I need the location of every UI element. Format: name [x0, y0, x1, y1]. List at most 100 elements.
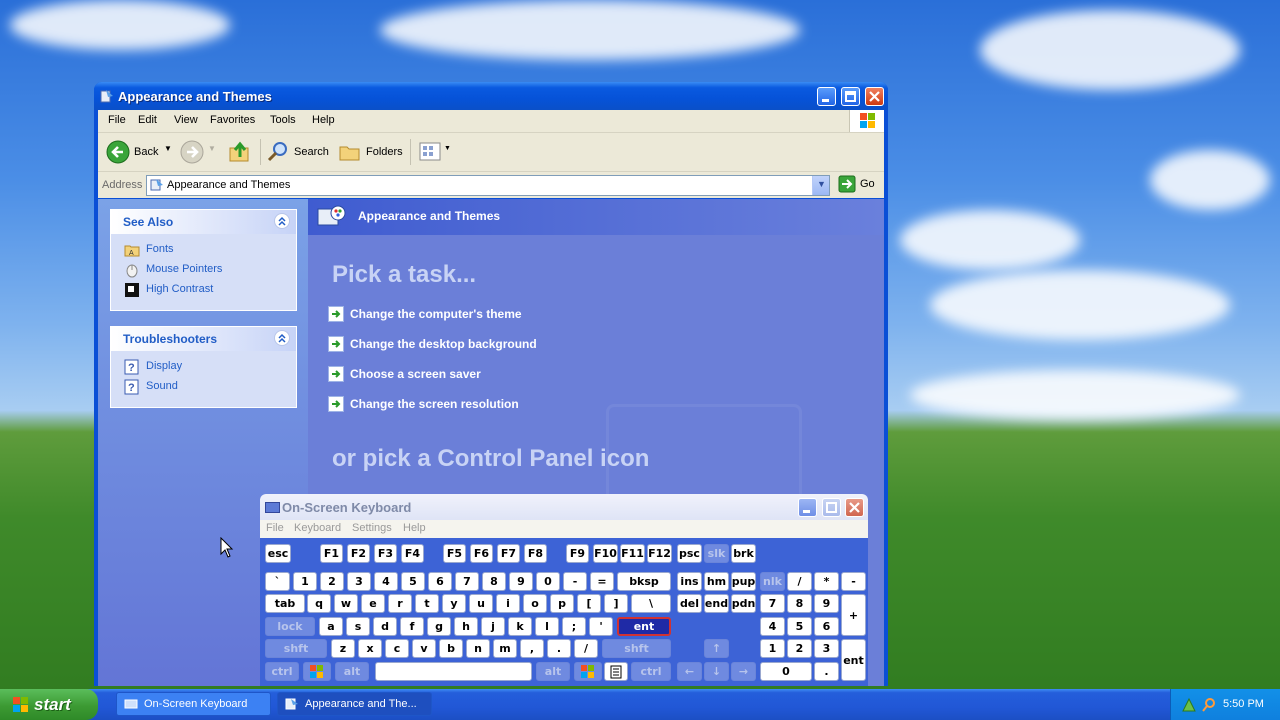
forward-button[interactable]: ▼ [178, 133, 218, 171]
see-also-high-contrast[interactable]: High Contrast [111, 280, 296, 300]
key-9[interactable]: 9 [509, 572, 533, 591]
key-right-ctrl[interactable]: ctrl [631, 662, 671, 681]
key-brk[interactable]: brk [731, 544, 756, 563]
key-k[interactable]: k [508, 617, 532, 636]
key-semicolon[interactable]: ; [562, 617, 586, 636]
key-end[interactable]: end [704, 594, 729, 613]
key-del[interactable]: del [677, 594, 702, 613]
key-2[interactable]: 2 [320, 572, 344, 591]
key-f[interactable]: f [400, 617, 424, 636]
key-right-shift[interactable]: shft [602, 639, 671, 658]
key-numpad-slash[interactable]: / [787, 572, 812, 591]
key-period[interactable]: . [547, 639, 571, 658]
key-f11[interactable]: F11 [620, 544, 645, 563]
key-numpad-7[interactable]: 7 [760, 594, 785, 613]
key-esc[interactable]: esc [265, 544, 291, 563]
address-input[interactable]: Appearance and Themes ▼ [146, 175, 830, 196]
osk-menu-keyboard[interactable]: Keyboard [294, 522, 341, 534]
key-f8[interactable]: F8 [524, 544, 547, 563]
key-j[interactable]: j [481, 617, 505, 636]
key-h[interactable]: h [454, 617, 478, 636]
key-right-arrow[interactable]: → [731, 662, 756, 681]
key-numpad-6[interactable]: 6 [814, 617, 839, 636]
key-w[interactable]: w [334, 594, 358, 613]
key-left-windows[interactable] [303, 662, 331, 681]
back-button[interactable]: Back ▼ [104, 133, 172, 171]
key-backtick[interactable]: ` [265, 572, 290, 591]
key-left-alt[interactable]: alt [335, 662, 369, 681]
menu-favorites[interactable]: Favorites [210, 114, 255, 126]
osk-titlebar[interactable]: On-Screen Keyboard [260, 494, 868, 520]
network-icon[interactable] [1181, 697, 1197, 713]
search-button[interactable]: Search [264, 133, 330, 171]
key-i[interactable]: i [496, 594, 520, 613]
key-numpad-dot[interactable]: . [814, 662, 839, 681]
key-b[interactable]: b [439, 639, 463, 658]
key-f12[interactable]: F12 [647, 544, 672, 563]
troubleshooter-sound[interactable]: ? Sound [111, 377, 296, 397]
close-button[interactable] [865, 87, 884, 106]
key-r[interactable]: r [388, 594, 412, 613]
key-nlk[interactable]: nlk [760, 572, 785, 591]
key-a[interactable]: a [319, 617, 343, 636]
key-enter[interactable]: ent [617, 617, 671, 636]
key-4[interactable]: 4 [374, 572, 398, 591]
explorer-titlebar[interactable]: Appearance and Themes [94, 82, 888, 110]
key-numpad-plus[interactable]: + [841, 594, 866, 636]
key-numpad-9[interactable]: 9 [814, 594, 839, 613]
menu-edit[interactable]: Edit [138, 114, 157, 126]
key-lbracket[interactable]: [ [577, 594, 601, 613]
key-x[interactable]: x [358, 639, 382, 658]
maximize-button[interactable] [841, 87, 860, 106]
key-d[interactable]: d [373, 617, 397, 636]
key-numpad-4[interactable]: 4 [760, 617, 785, 636]
key-comma[interactable]: , [520, 639, 544, 658]
minimize-button[interactable] [817, 87, 836, 106]
key-equals[interactable]: = [590, 572, 614, 591]
menu-tools[interactable]: Tools [270, 114, 296, 126]
see-also-header[interactable]: See Also [111, 210, 296, 234]
osk-menu-settings[interactable]: Settings [352, 522, 392, 534]
key-f1[interactable]: F1 [320, 544, 343, 563]
key-l[interactable]: l [535, 617, 559, 636]
key-c[interactable]: c [385, 639, 409, 658]
key-tab[interactable]: tab [265, 594, 305, 613]
key-numpad-0[interactable]: 0 [760, 662, 812, 681]
key-0[interactable]: 0 [536, 572, 560, 591]
key-numpad-enter[interactable]: ent [841, 639, 866, 681]
key-f3[interactable]: F3 [374, 544, 397, 563]
forward-dropdown-icon[interactable]: ▼ [208, 144, 216, 153]
key-bksp[interactable]: bksp [617, 572, 671, 591]
key-pdn[interactable]: pdn [731, 594, 756, 613]
key-f10[interactable]: F10 [593, 544, 618, 563]
osk-menu-file[interactable]: File [266, 522, 284, 534]
key-u[interactable]: u [469, 594, 493, 613]
key-f5[interactable]: F5 [443, 544, 466, 563]
key-caps-lock[interactable]: lock [265, 617, 315, 636]
key-ins[interactable]: ins [677, 572, 702, 591]
key-left-ctrl[interactable]: ctrl [265, 662, 299, 681]
key-pup[interactable]: pup [731, 572, 756, 591]
collapse-icon[interactable] [274, 213, 290, 229]
key-q[interactable]: q [307, 594, 331, 613]
key-1[interactable]: 1 [293, 572, 317, 591]
views-button[interactable]: ▼ [416, 133, 456, 171]
key-numpad-star[interactable]: * [814, 572, 839, 591]
folders-button[interactable]: Folders [336, 133, 406, 171]
key-5[interactable]: 5 [401, 572, 425, 591]
key-3[interactable]: 3 [347, 572, 371, 591]
key-s[interactable]: s [346, 617, 370, 636]
key-slash[interactable]: / [574, 639, 598, 658]
back-dropdown-icon[interactable]: ▼ [164, 144, 172, 153]
go-button[interactable]: Go [838, 175, 878, 195]
key-v[interactable]: v [412, 639, 436, 658]
collapse-icon[interactable] [274, 330, 290, 346]
key-right-alt[interactable]: alt [536, 662, 570, 681]
osk-minimize-button[interactable] [798, 498, 817, 517]
troubleshooters-header[interactable]: Troubleshooters [111, 327, 296, 351]
key-left-shift[interactable]: shft [265, 639, 327, 658]
key-numpad-5[interactable]: 5 [787, 617, 812, 636]
search-icon[interactable] [1201, 697, 1217, 713]
key-6[interactable]: 6 [428, 572, 452, 591]
osk-maximize-button[interactable] [822, 498, 841, 517]
